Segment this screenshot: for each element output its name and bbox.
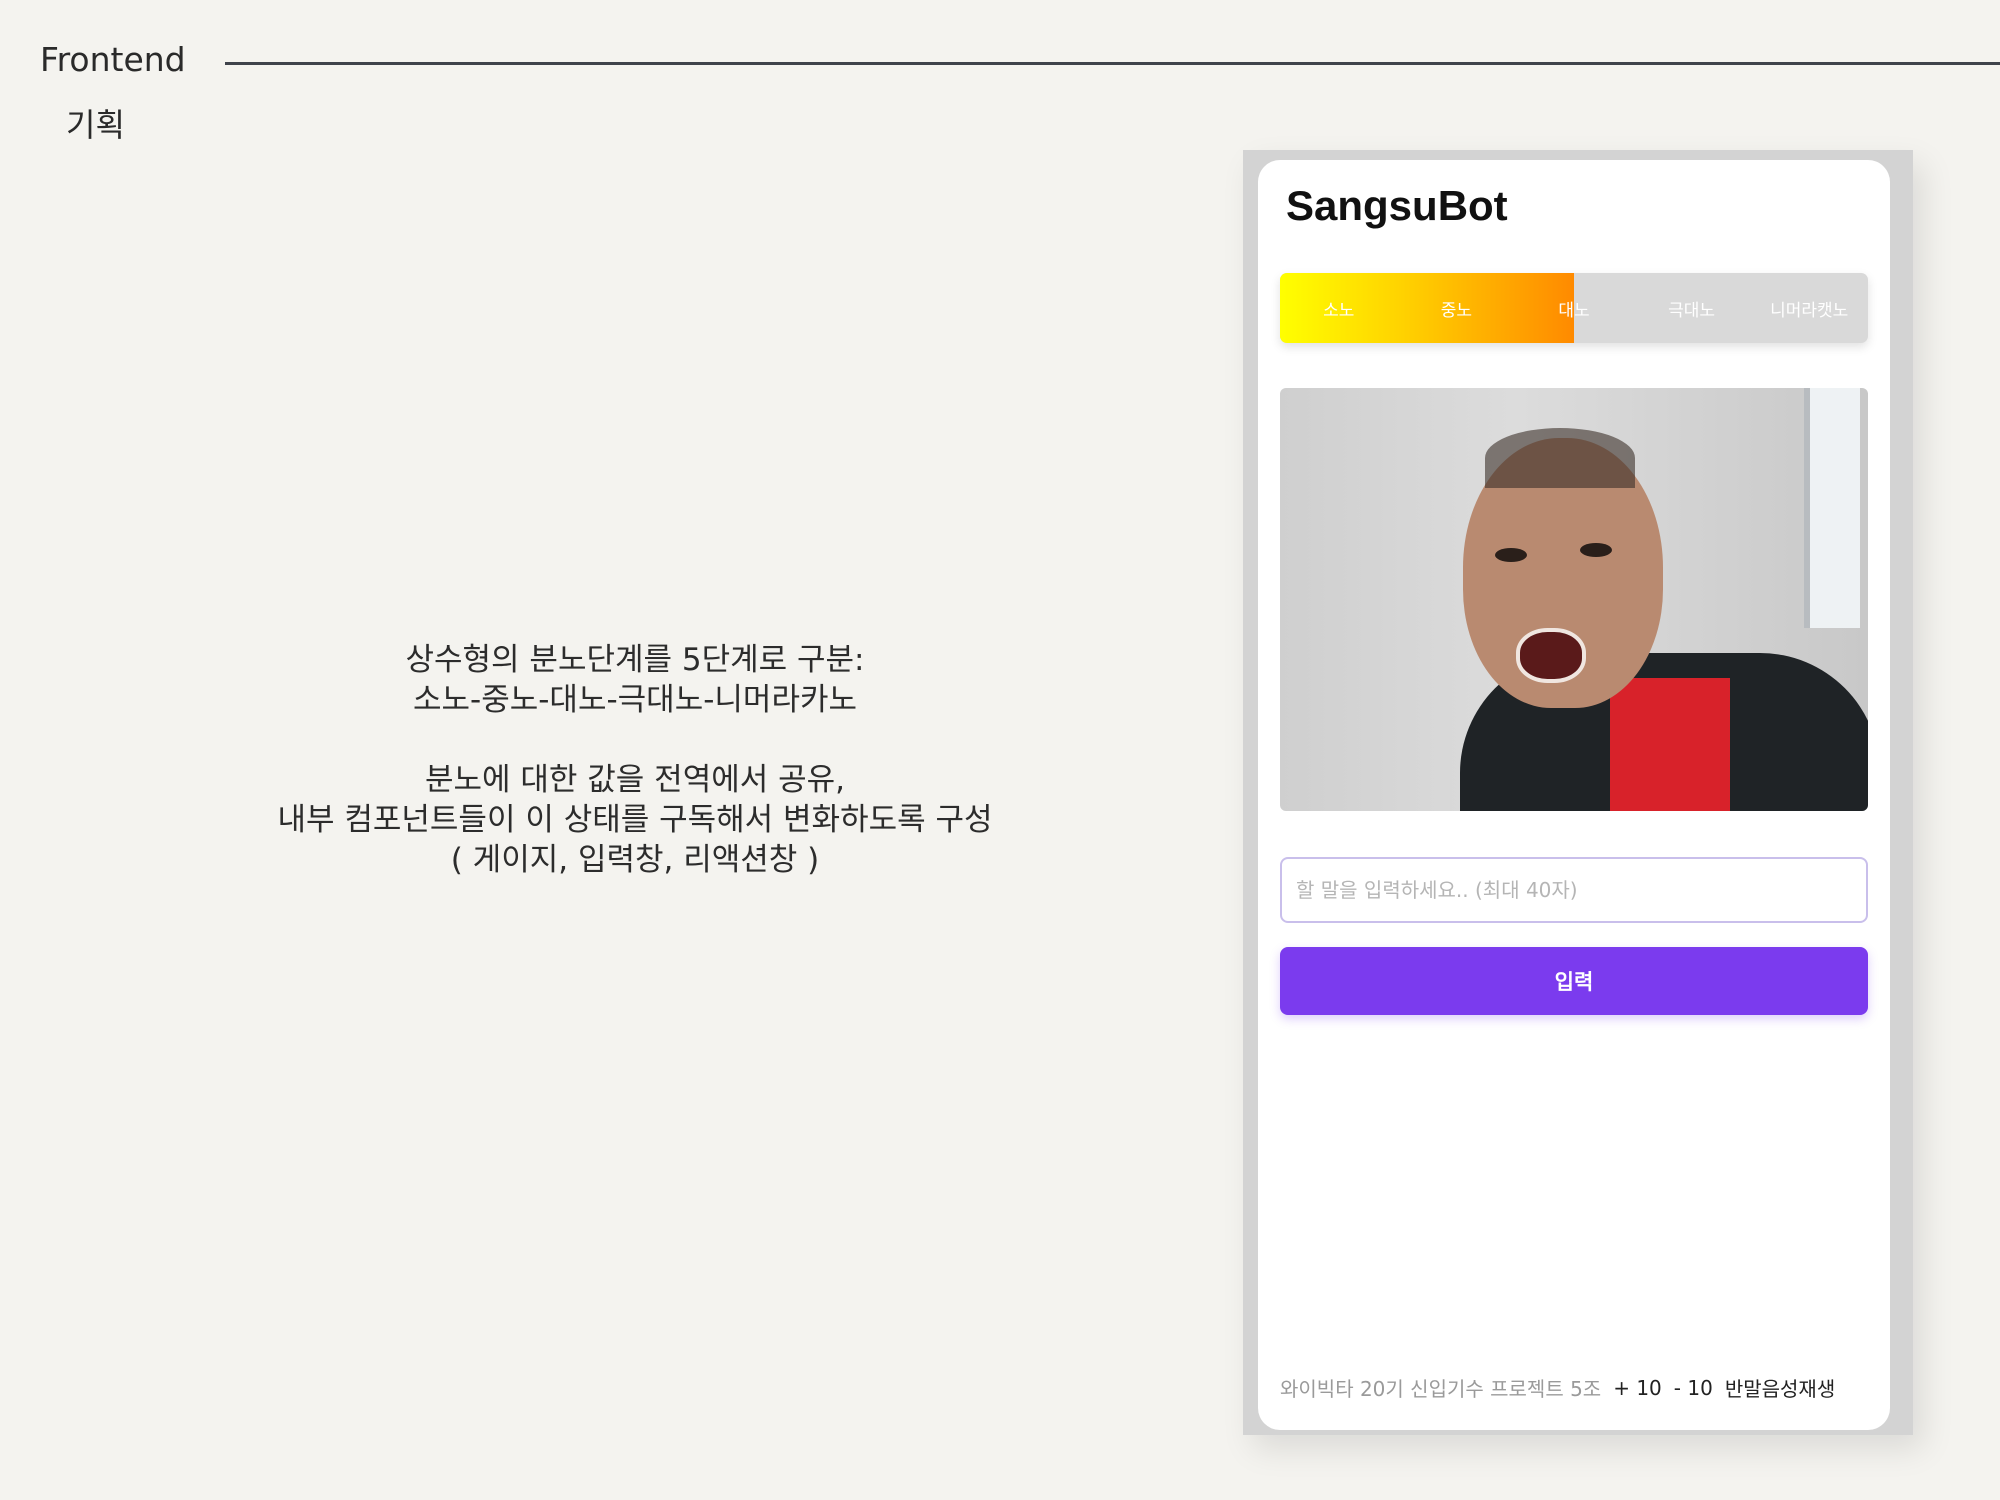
message-input[interactable] — [1280, 857, 1868, 923]
header-divider — [225, 62, 2000, 65]
submit-button[interactable]: 입력 — [1280, 947, 1868, 1015]
person-eye — [1495, 548, 1527, 562]
anger-gauge: 소노 중노 대노 극대노 니머라캣노 — [1280, 273, 1868, 343]
gauge-level-label: 소노 — [1323, 300, 1355, 321]
reaction-video — [1280, 388, 1868, 811]
plus-ten-button[interactable]: + 10 — [1613, 1376, 1662, 1400]
slide-description: 상수형의 분노단계를 5단계로 구분: 소노-중노-대노-극대노-니머라카노 분… — [230, 640, 1040, 880]
description-line: 상수형의 분노단계를 5단계로 구분: — [405, 642, 865, 678]
description-line: 분노에 대한 값을 전역에서 공유, — [424, 762, 846, 798]
description-line: 내부 컴포넌트들이 이 상태를 구독해서 변화하도록 구성 — [277, 802, 993, 838]
gauge-level-label: 대노 — [1558, 300, 1590, 321]
background-window — [1804, 388, 1860, 628]
person-eye — [1580, 543, 1612, 557]
description-line: 소노-중노-대노-극대노-니머라카노 — [412, 682, 858, 718]
person-shirt — [1610, 678, 1730, 811]
person-hair — [1485, 428, 1635, 488]
slide-header: Frontend — [40, 40, 186, 79]
slide-subheader: 기획 — [66, 106, 125, 144]
person-mouth — [1516, 628, 1586, 683]
minus-ten-button[interactable]: - 10 — [1674, 1376, 1713, 1400]
gauge-level-label: 니머라캣노 — [1770, 300, 1849, 321]
gauge-level-label: 중노 — [1440, 300, 1473, 321]
footer-credit: 와이빅타 20기 신입기수 프로젝트 5조 — [1280, 1377, 1602, 1401]
phone-mockup-frame: SangsuBot 소노 중노 대노 극대노 니머라캣노 입력 와이빅타 2 — [1243, 150, 1913, 1435]
gauge-level-label: 극대노 — [1668, 300, 1716, 321]
app-title: SangsuBot — [1286, 182, 1508, 229]
app-footer: 와이빅타 20기 신입기수 프로젝트 5조 + 10 - 10 반말음성재생 — [1280, 1373, 1870, 1402]
gauge-level-labels: 소노 중노 대노 극대노 니머라캣노 — [1280, 273, 1868, 343]
voice-play-button[interactable]: 반말음성재생 — [1725, 1373, 1835, 1402]
app-screen: SangsuBot 소노 중노 대노 극대노 니머라캣노 입력 와이빅타 2 — [1258, 160, 1890, 1430]
description-line: ( 게이지, 입력창, 리액션창 ) — [450, 842, 820, 878]
